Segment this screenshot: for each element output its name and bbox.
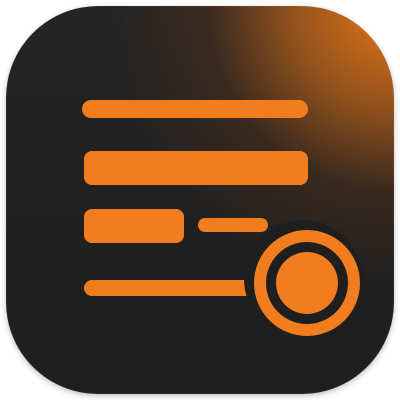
short-block xyxy=(84,209,184,243)
top-line xyxy=(82,100,308,118)
list-icon[interactable] xyxy=(6,6,394,394)
connector-line xyxy=(198,218,268,232)
thick-line xyxy=(84,151,308,185)
badge-dot-icon xyxy=(276,252,338,314)
bottom-line xyxy=(84,280,254,296)
icon-canvas xyxy=(0,0,400,400)
